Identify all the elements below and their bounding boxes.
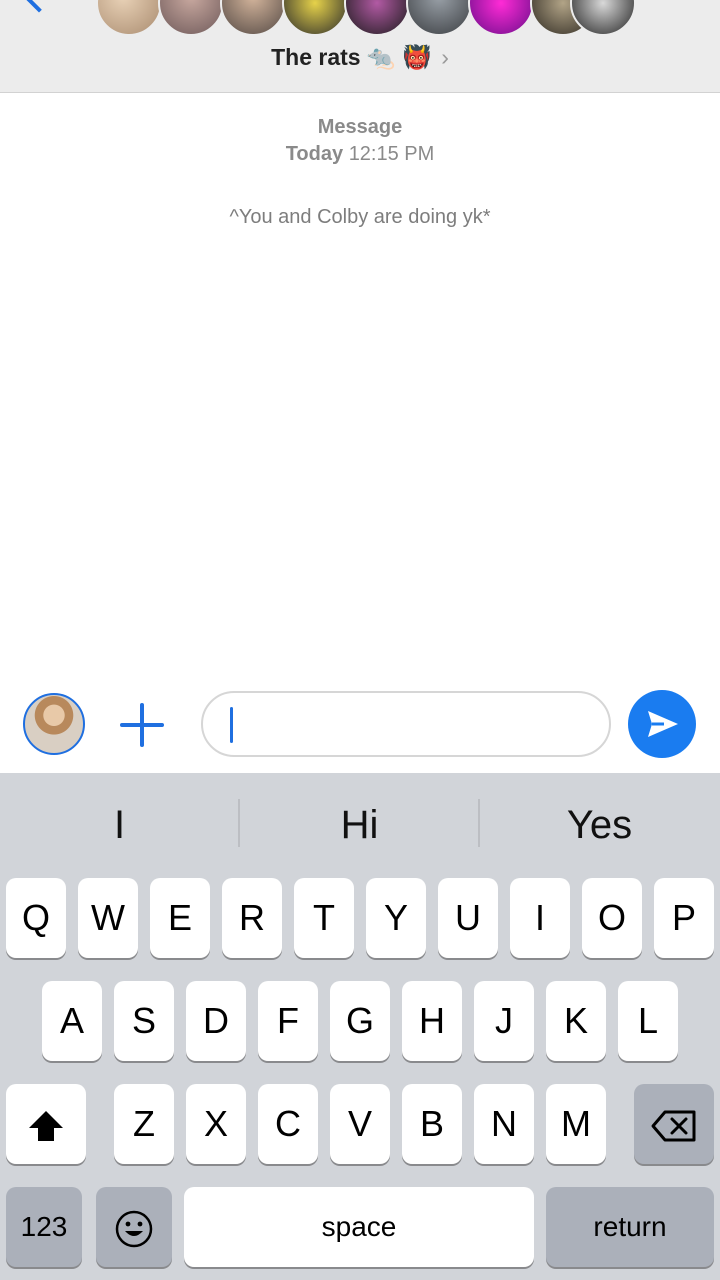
key-t[interactable]: T (294, 878, 354, 958)
key-u[interactable]: U (438, 878, 498, 958)
send-button[interactable] (628, 690, 696, 758)
shift-key[interactable] (6, 1084, 86, 1164)
send-arrow-icon (648, 711, 678, 737)
key-p[interactable]: P (654, 878, 714, 958)
key-b[interactable]: B (402, 1084, 462, 1164)
avatar (468, 0, 534, 36)
keyboard: I Hi Yes Q W E R T Y U I O P A S D F G H… (0, 773, 720, 1280)
timestamp-time: 12:15 PM (348, 143, 435, 165)
back-chevron-icon[interactable] (23, 0, 55, 13)
key-f[interactable]: F (258, 981, 318, 1061)
conversation-header: The rats 🐀 👹 › (0, 0, 720, 93)
numbers-key[interactable]: 123 (6, 1187, 82, 1267)
emoji-key[interactable] (96, 1187, 172, 1267)
avatar (406, 0, 472, 36)
my-avatar[interactable] (23, 693, 85, 755)
emoji-smiley-icon (115, 1211, 153, 1248)
key-m[interactable]: M (546, 1084, 606, 1164)
avatar (158, 0, 224, 36)
key-n[interactable]: N (474, 1084, 534, 1164)
avatar (220, 0, 286, 36)
key-x[interactable]: X (186, 1084, 246, 1164)
group-title[interactable]: The rats 🐀 👹 › (0, 44, 720, 71)
key-w[interactable]: W (78, 878, 138, 958)
avatar (344, 0, 410, 36)
participant-avatars[interactable] (96, 0, 636, 36)
shift-arrow-icon (29, 1111, 63, 1142)
suggestion-1[interactable]: I (0, 795, 239, 855)
message-input[interactable] (201, 691, 611, 757)
key-y[interactable]: Y (366, 878, 426, 958)
key-c[interactable]: C (258, 1084, 318, 1164)
key-v[interactable]: V (330, 1084, 390, 1164)
key-g[interactable]: G (330, 981, 390, 1061)
delete-key[interactable] (634, 1084, 714, 1164)
timestamp-day: Today (285, 143, 344, 165)
message-composer (0, 685, 720, 773)
key-o[interactable]: O (582, 878, 642, 958)
suggestion-3[interactable]: Yes (480, 795, 719, 855)
group-emoji: 🐀 👹 (366, 45, 432, 71)
key-z[interactable]: Z (114, 1084, 174, 1164)
key-l[interactable]: L (618, 981, 678, 1061)
backspace-icon (651, 1110, 696, 1142)
system-message: ^You and Colby are doing yk* (229, 206, 491, 228)
add-attachment-button[interactable] (120, 703, 164, 747)
thread-meta-label: Message (317, 116, 403, 138)
text-caret (230, 707, 233, 743)
key-j[interactable]: J (474, 981, 534, 1061)
avatar (282, 0, 348, 36)
chevron-right-icon: › (441, 44, 449, 70)
key-d[interactable]: D (186, 981, 246, 1061)
key-e[interactable]: E (150, 878, 210, 958)
key-s[interactable]: S (114, 981, 174, 1061)
avatar (96, 0, 162, 36)
return-key[interactable]: return (546, 1187, 714, 1267)
group-name: The rats (271, 44, 361, 70)
suggestion-2[interactable]: Hi (240, 795, 479, 855)
space-key[interactable]: space (184, 1187, 534, 1267)
key-a[interactable]: A (42, 981, 102, 1061)
thread-timestamp: Today 12:15 PM (0, 143, 720, 166)
key-i[interactable]: I (510, 878, 570, 958)
key-k[interactable]: K (546, 981, 606, 1061)
key-r[interactable]: R (222, 878, 282, 958)
key-q[interactable]: Q (6, 878, 66, 958)
key-h[interactable]: H (402, 981, 462, 1061)
